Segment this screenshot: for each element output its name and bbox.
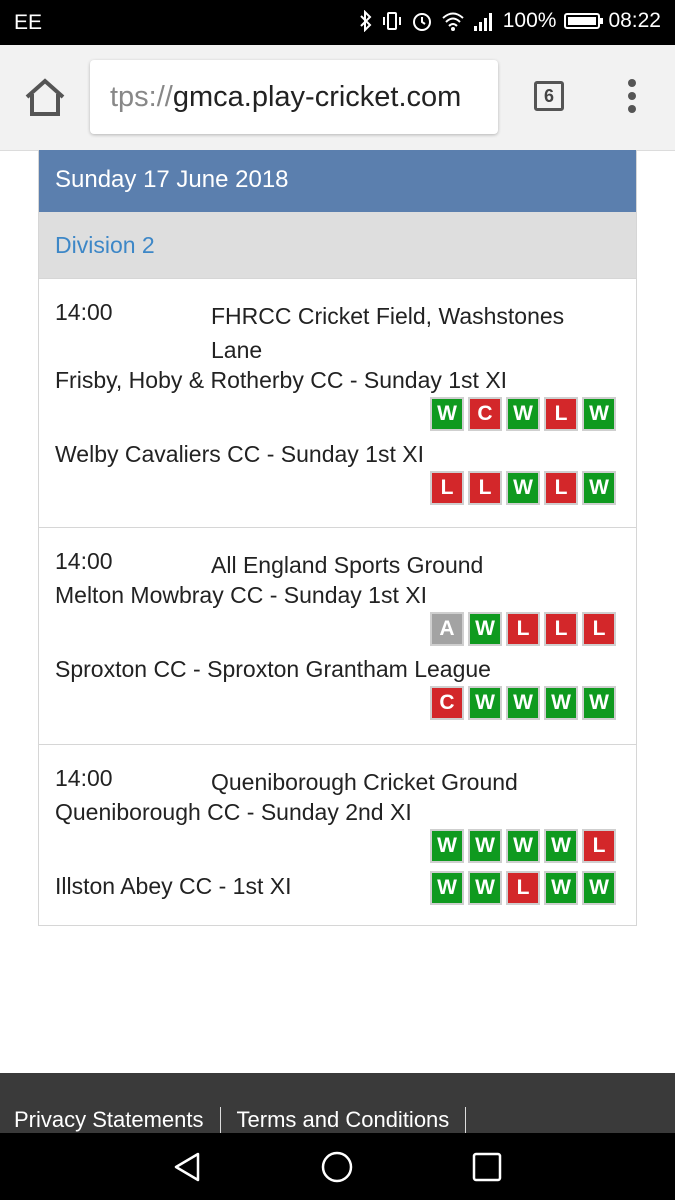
fixture-time: 14:00 <box>55 765 113 791</box>
form-badge: W <box>468 686 502 720</box>
tab-switcher-button[interactable]: 6 <box>534 81 564 111</box>
form-badge: L <box>506 612 540 646</box>
fixture-time: 14:00 <box>55 548 113 574</box>
form-badge: C <box>468 397 502 431</box>
form-badge: W <box>506 471 540 505</box>
browser-toolbar: tps://gmca.play-cricket.com 6 <box>0 45 675 151</box>
back-icon[interactable] <box>170 1149 206 1185</box>
form-badge: L <box>582 612 616 646</box>
form-badge: L <box>430 471 464 505</box>
home-team[interactable]: Melton Mowbray CC - Sunday 1st XI <box>55 582 427 609</box>
terms-link[interactable]: Terms and Conditions <box>237 1107 450 1133</box>
form-badge: W <box>544 686 578 720</box>
wifi-icon <box>442 12 464 31</box>
form-badge: W <box>468 829 502 863</box>
carrier-label: EE <box>14 11 43 34</box>
footer-divider <box>219 1107 221 1133</box>
footer-links: Privacy Statements Terms and Conditions <box>14 1107 482 1133</box>
fixture-card: 14:00 Queniborough Cricket Ground Quenib… <box>39 744 636 927</box>
form-badge: W <box>582 686 616 720</box>
url-bar[interactable]: tps://gmca.play-cricket.com <box>90 60 498 134</box>
form-badge: W <box>582 871 616 905</box>
battery-icon <box>564 13 604 29</box>
date-header: Sunday 17 June 2018 <box>39 150 636 212</box>
recents-icon[interactable] <box>469 1149 505 1185</box>
form-badge: W <box>544 829 578 863</box>
team-form: W W L W W <box>430 871 616 905</box>
vibrate-icon <box>382 12 401 30</box>
form-badge: C <box>430 686 464 720</box>
status-icons: 100% 08:22 <box>359 9 661 33</box>
url-scheme: tps:// <box>110 81 173 113</box>
status-bar: EE 100% 08:22 <box>0 0 675 45</box>
team-form: C W W W W <box>430 686 616 720</box>
away-team[interactable]: Illston Abey CC - 1st XI <box>55 873 291 900</box>
signal-icon <box>473 13 492 31</box>
alarm-icon <box>412 13 431 31</box>
division-link[interactable]: Division 2 <box>39 212 636 278</box>
form-badge: W <box>506 829 540 863</box>
bluetooth-icon <box>360 10 372 32</box>
form-badge: W <box>468 612 502 646</box>
fixture-venue: Queniborough Cricket Ground <box>211 769 518 795</box>
form-badge: L <box>544 612 578 646</box>
navigation-bar <box>0 1133 675 1200</box>
fixture-venue: FHRCC Cricket Field, Washstones Lane <box>211 303 565 363</box>
home-icon[interactable] <box>22 77 68 117</box>
home-team[interactable]: Queniborough CC - Sunday 2nd XI <box>55 799 412 826</box>
form-badge: L <box>582 829 616 863</box>
form-badge: A <box>430 612 464 646</box>
form-badge: L <box>468 471 502 505</box>
home-team[interactable]: Frisby, Hoby & Rotherby CC - Sunday 1st … <box>55 367 507 394</box>
away-team[interactable]: Sproxton CC - Sproxton Grantham League <box>55 656 491 683</box>
footer-divider <box>465 1107 467 1133</box>
form-badge: W <box>582 471 616 505</box>
form-badge: W <box>582 397 616 431</box>
team-form: L L W L W <box>430 471 616 505</box>
url-host: gmca.play-cricket.com <box>172 81 462 113</box>
form-badge: L <box>544 471 578 505</box>
home-circle-icon[interactable] <box>319 1149 355 1185</box>
privacy-link[interactable]: Privacy Statements <box>14 1107 204 1133</box>
away-team[interactable]: Welby Cavaliers CC - Sunday 1st XI <box>55 441 424 468</box>
form-badge: W <box>506 397 540 431</box>
team-form: W W W W L <box>430 829 616 863</box>
form-badge: W <box>468 871 502 905</box>
overflow-menu-icon[interactable] <box>622 79 642 115</box>
form-badge: W <box>430 871 464 905</box>
fixture-card: 14:00 FHRCC Cricket Field, Washstones La… <box>39 278 636 527</box>
fixture-venue: All England Sports Ground <box>211 552 484 578</box>
fixtures-panel: Sunday 17 June 2018 Division 2 14:00 FHR… <box>38 150 637 926</box>
form-badge: W <box>430 397 464 431</box>
battery-percent: 100% <box>502 9 557 32</box>
form-badge: W <box>430 829 464 863</box>
form-badge: L <box>506 871 540 905</box>
fixture-time: 14:00 <box>55 299 113 325</box>
form-badge: W <box>506 686 540 720</box>
site-footer: Privacy Statements Terms and Conditions <box>0 1073 675 1133</box>
fixture-card: 14:00 All England Sports Ground Melton M… <box>39 527 636 744</box>
form-badge: L <box>544 397 578 431</box>
clock: 08:22 <box>608 9 661 32</box>
form-badge: W <box>544 871 578 905</box>
team-form: A W L L L <box>430 612 616 646</box>
team-form: W C W L W <box>430 397 616 431</box>
